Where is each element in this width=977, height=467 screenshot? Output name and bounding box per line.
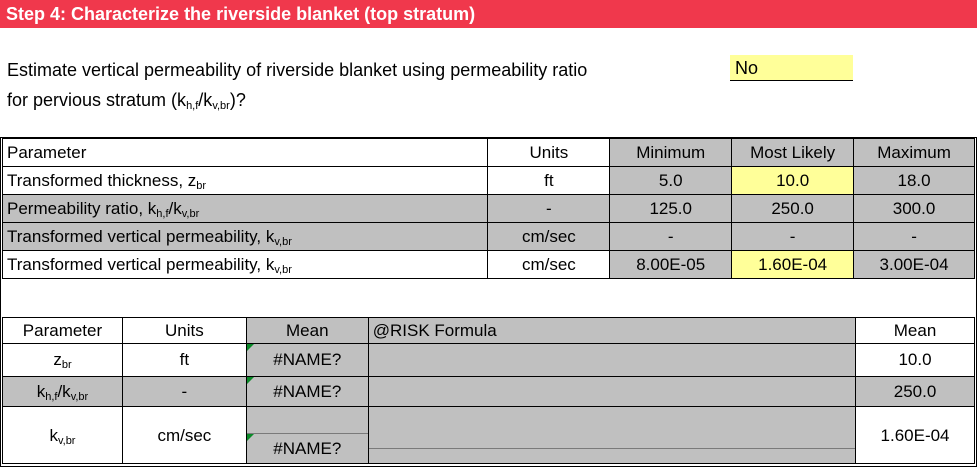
- most-likely-cell[interactable]: -: [731, 222, 855, 251]
- parameter-table: Parameter Units Minimum Most Likely Maxi…: [1, 138, 975, 279]
- row-label: zbr: [2, 343, 123, 377]
- risk-formula-cell[interactable]: [367, 406, 857, 464]
- risk-formula-cell[interactable]: [367, 376, 857, 407]
- question-line-2: for pervious stratum (kh,f/kv,br)?: [7, 90, 246, 112]
- units-cell: cm/sec: [121, 406, 247, 464]
- mean-cell[interactable]: #NAME?: [245, 376, 369, 407]
- header-parameter: Parameter: [2, 317, 123, 344]
- header-mean-2: Mean: [855, 317, 975, 344]
- units-cell: ft: [487, 166, 611, 195]
- table-row: Permeability ratio, kh,f/kv,br - 125.0 2…: [1, 194, 975, 223]
- maximum-cell[interactable]: 300.0: [853, 194, 975, 223]
- risk-table: Parameter Units Mean @RISK Formula Mean …: [2, 317, 975, 464]
- row-label: kv,br: [2, 406, 123, 464]
- row-label: kh,f/kv,br: [2, 376, 123, 407]
- error-marker-icon: [246, 344, 254, 351]
- units-cell: cm/sec: [487, 222, 611, 251]
- risk-formula-cell[interactable]: [367, 343, 857, 377]
- units-cell: -: [121, 376, 247, 407]
- row-label: Transformed thickness, zbr: [1, 166, 489, 195]
- most-likely-input-cell[interactable]: 1.60E-04: [731, 250, 855, 279]
- mean-cell[interactable]: #NAME?: [245, 406, 369, 464]
- header-most-likely: Most Likely: [731, 138, 855, 167]
- most-likely-cell[interactable]: 250.0: [731, 194, 855, 223]
- table-row: kv,br cm/sec #NAME? 1.60E-04: [2, 406, 975, 464]
- mean-cell[interactable]: #NAME?: [245, 343, 369, 377]
- units-cell: ft: [121, 343, 247, 377]
- header-minimum: Minimum: [609, 138, 733, 167]
- header-maximum: Maximum: [853, 138, 975, 167]
- header-risk-formula: @RISK Formula: [367, 317, 857, 344]
- header-mean: Mean: [245, 317, 369, 344]
- table-row: zbr ft #NAME? 10.0: [2, 343, 975, 377]
- minimum-cell[interactable]: -: [609, 222, 733, 251]
- maximum-cell[interactable]: 18.0: [853, 166, 975, 195]
- header-parameter: Parameter: [1, 138, 489, 167]
- step-banner: Step 4: Characterize the riverside blank…: [0, 0, 977, 28]
- header-units: Units: [487, 138, 611, 167]
- mean-2-cell: 1.60E-04: [855, 406, 975, 464]
- table-row: Transformed thickness, zbr ft 5.0 10.0 1…: [1, 166, 975, 195]
- table-row: Transformed vertical permeability, kv,br…: [1, 250, 975, 279]
- maximum-cell[interactable]: 3.00E-04: [853, 250, 975, 279]
- risk-table-header: Parameter Units Mean @RISK Formula Mean: [2, 317, 975, 344]
- question-line-1: Estimate vertical permeability of rivers…: [7, 60, 588, 80]
- row-label: Permeability ratio, kh,f/kv,br: [1, 194, 489, 223]
- error-marker-icon: [246, 377, 254, 384]
- minimum-cell[interactable]: 5.0: [609, 166, 733, 195]
- row-label: Transformed vertical permeability, kv,br: [1, 250, 489, 279]
- maximum-cell[interactable]: -: [853, 222, 975, 251]
- error-marker-icon: [246, 434, 254, 441]
- units-cell: cm/sec: [487, 250, 611, 279]
- row-label: Transformed vertical permeability, kv,br: [1, 222, 489, 251]
- minimum-cell[interactable]: 125.0: [609, 194, 733, 223]
- most-likely-input-cell[interactable]: 10.0: [731, 166, 855, 195]
- mean-2-cell: 10.0: [855, 343, 975, 377]
- table-row: kh,f/kv,br - #NAME? 250.0: [2, 376, 975, 407]
- parameter-table-header: Parameter Units Minimum Most Likely Maxi…: [1, 138, 975, 167]
- header-units: Units: [121, 317, 247, 344]
- units-cell: -: [487, 194, 611, 223]
- minimum-cell[interactable]: 8.00E-05: [609, 250, 733, 279]
- table-row: Transformed vertical permeability, kv,br…: [1, 222, 975, 251]
- mean-2-cell: 250.0: [855, 376, 975, 407]
- permeability-ratio-answer-cell[interactable]: No: [730, 55, 853, 81]
